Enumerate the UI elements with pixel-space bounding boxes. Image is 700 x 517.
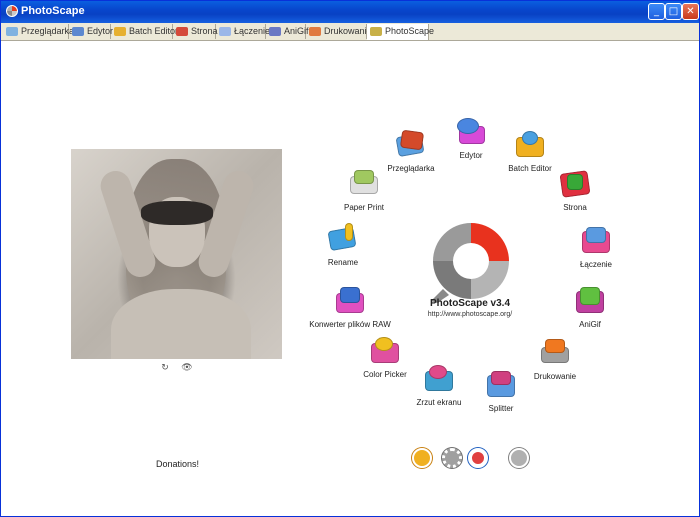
window-title: PhotoScape — [21, 5, 85, 17]
anigif-icon — [574, 285, 606, 315]
tab-label: Strona — [191, 26, 218, 36]
tab-label: Drukowanie — [324, 26, 372, 36]
editor-icon — [455, 116, 487, 146]
page-icon — [559, 168, 591, 198]
tab-label: Przeglądarka — [21, 26, 75, 36]
rename-icon — [327, 223, 359, 253]
tab-label: AniGif — [284, 26, 309, 36]
paper-print-icon — [348, 168, 380, 198]
view-icon[interactable]: 👁 — [181, 363, 193, 373]
combine-icon — [580, 225, 612, 255]
photoscape-logo-icon — [431, 223, 509, 303]
main-window: PhotoScape _ □ ✕ Przeglądarka Edytor Bat… — [0, 0, 700, 517]
tab-strona[interactable]: Strona — [173, 24, 218, 39]
raw-converter-icon — [334, 285, 366, 315]
tool-label: Konwerter plików RAW — [309, 320, 391, 329]
browser-icon — [395, 129, 427, 159]
tab-photoscape[interactable]: PhotoScape — [367, 24, 434, 40]
splitter-icon — [485, 369, 517, 399]
product-url[interactable]: http://www.photoscape.org/ — [406, 311, 534, 318]
tab-edytor[interactable]: Edytor — [69, 24, 114, 39]
title-bar[interactable]: PhotoScape _ □ ✕ — [1, 1, 699, 23]
home-panel: ↻ 👁 Donations! PhotoScape v3.4 http://ww… — [1, 41, 699, 516]
combine-icon — [219, 27, 231, 36]
tab-batch-editor[interactable]: Batch Editor — [111, 24, 178, 39]
tool-anigif[interactable]: AniGif — [544, 285, 636, 337]
tool-rename[interactable]: Rename — [297, 223, 389, 275]
tab-drukowanie[interactable]: Drukowanie — [306, 24, 372, 39]
tool-konwerter-raw[interactable]: Konwerter plików RAW — [304, 285, 396, 337]
settings-icon[interactable] — [442, 448, 462, 468]
about-icon[interactable] — [509, 448, 529, 468]
tab-label: Edytor — [87, 26, 114, 36]
batch-editor-icon — [514, 129, 546, 159]
tab-bar: Przeglądarka Edytor Batch Editor Strona … — [1, 23, 699, 41]
color-picker-icon — [369, 335, 401, 365]
tool-strona[interactable]: Strona — [529, 168, 621, 220]
tab-przegladarka[interactable]: Przeglądarka — [3, 24, 74, 39]
community-icon[interactable] — [468, 448, 488, 468]
tool-label: Zrzut ekranu — [416, 398, 462, 407]
print-icon — [539, 337, 571, 367]
tab-laczenie[interactable]: Łączenie — [216, 24, 270, 39]
print-icon — [309, 27, 321, 36]
tool-label: Paper Print — [343, 203, 385, 212]
tool-label: Strona — [563, 203, 587, 212]
batch-icon — [114, 27, 126, 36]
tab-label: Łączenie — [234, 26, 271, 36]
help-icon[interactable] — [412, 448, 432, 468]
app-logo-icon — [6, 5, 18, 17]
tool-label: AniGif — [579, 320, 601, 329]
tool-color-picker[interactable]: Color Picker — [339, 335, 431, 387]
minimize-button[interactable]: _ — [648, 3, 665, 20]
tool-label: Color Picker — [363, 370, 407, 379]
anigif-icon — [269, 27, 281, 36]
close-button[interactable]: ✕ — [682, 3, 699, 20]
maximize-button[interactable]: □ — [665, 3, 682, 20]
donations-link[interactable]: Donations! — [156, 459, 199, 469]
tab-anigif[interactable]: AniGif — [266, 24, 309, 39]
tool-label: Rename — [327, 258, 359, 267]
browser-icon — [6, 27, 18, 36]
tab-label: PhotoScape — [385, 26, 435, 36]
refresh-icon[interactable]: ↻ — [159, 363, 171, 373]
page-icon — [176, 27, 188, 36]
tool-paper-print[interactable]: Paper Print — [318, 168, 410, 220]
tool-label: Łączenie — [579, 260, 613, 269]
photoscape-icon — [370, 27, 382, 36]
featured-photo[interactable] — [71, 149, 282, 359]
tab-label: Batch Editor — [129, 26, 179, 36]
tool-laczenie[interactable]: Łączenie — [550, 225, 642, 277]
product-name: PhotoScape v3.4 — [429, 298, 511, 309]
editor-icon — [72, 27, 84, 36]
